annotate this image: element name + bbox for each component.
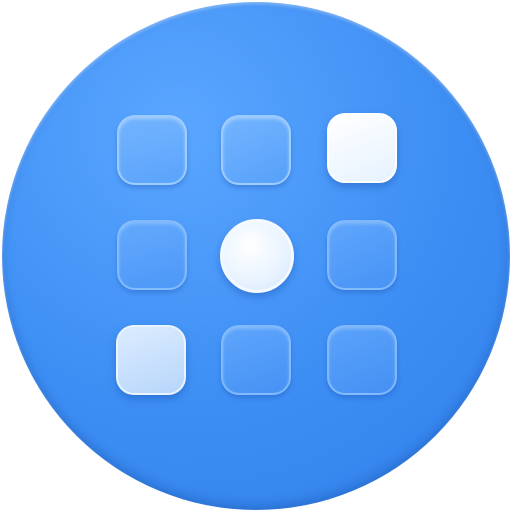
center-dot xyxy=(220,219,294,293)
grid-tile-r1-c2 xyxy=(221,115,291,185)
grid-tile-r3-c1-highlighted xyxy=(116,325,186,395)
grid-tile-r3-c3 xyxy=(327,325,397,395)
tile-grid xyxy=(0,0,512,512)
grid-tile-r3-c2 xyxy=(221,325,291,395)
grid-tile-r1-c3-highlighted xyxy=(327,113,397,183)
grid-tile-r1-c1 xyxy=(117,115,187,185)
grid-tile-r2-c1 xyxy=(117,220,187,290)
grid-tile-r2-c3 xyxy=(327,220,397,290)
app-launcher-grid-icon xyxy=(0,0,512,512)
